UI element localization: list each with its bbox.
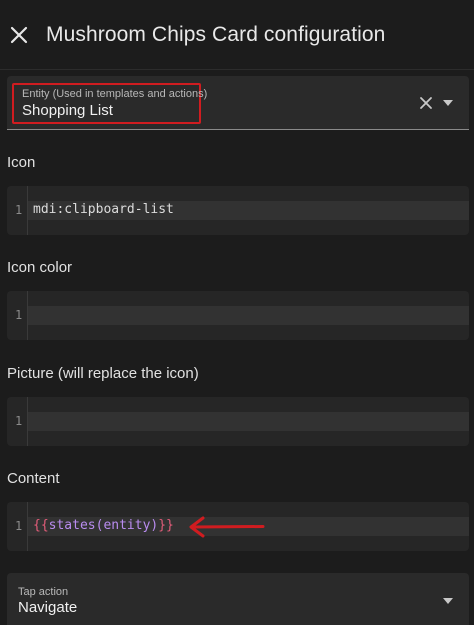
editor-gutter: 1 [7, 397, 28, 446]
entity-field-label: Entity (Used in templates and actions) [22, 88, 208, 100]
line-number: 1 [15, 308, 23, 322]
template-close-braces: }} [158, 518, 174, 533]
clear-icon[interactable] [417, 94, 435, 112]
picture-section-label: Picture (will replace the icon) [7, 365, 199, 382]
content-section-label: Content [7, 470, 60, 487]
tap-action-label: Tap action [18, 586, 69, 598]
template-open-braces: {{ [33, 518, 49, 533]
content-code-text: {{states(entity)}} [33, 518, 174, 533]
line-number: 1 [15, 414, 23, 428]
entity-picker[interactable]: Entity (Used in templates and actions) S… [7, 76, 469, 130]
icon-code-editor[interactable]: 1 mdi:clipboard-list [7, 186, 469, 235]
icon-color-code-editor[interactable]: 1 [7, 291, 469, 340]
dialog-title: Mushroom Chips Card configuration [46, 22, 386, 46]
active-line-highlight [28, 306, 469, 325]
dropdown-arrow-icon[interactable] [441, 594, 455, 608]
template-expression: states(entity) [48, 518, 159, 533]
dropdown-arrow-icon[interactable] [441, 96, 455, 110]
icon-section-label: Icon [7, 154, 36, 171]
line-number: 1 [15, 203, 23, 217]
annotation-arrow-icon [189, 516, 265, 538]
tap-action-select[interactable]: Tap action Navigate [7, 573, 469, 625]
picture-code-editor[interactable]: 1 [7, 397, 469, 446]
tap-action-value: Navigate [18, 599, 78, 616]
editor-gutter: 1 [7, 502, 28, 551]
line-number: 1 [15, 519, 23, 533]
dialog-header: Mushroom Chips Card configuration [0, 0, 474, 70]
icon-code-text: mdi:clipboard-list [33, 202, 174, 217]
close-icon [10, 26, 28, 43]
icon-color-section-label: Icon color [7, 259, 73, 276]
editor-gutter: 1 [7, 291, 28, 340]
editor-gutter: 1 [7, 186, 28, 235]
close-button[interactable] [0, 16, 38, 54]
active-line-highlight [28, 412, 469, 431]
entity-field-value: Shopping List [22, 102, 113, 119]
